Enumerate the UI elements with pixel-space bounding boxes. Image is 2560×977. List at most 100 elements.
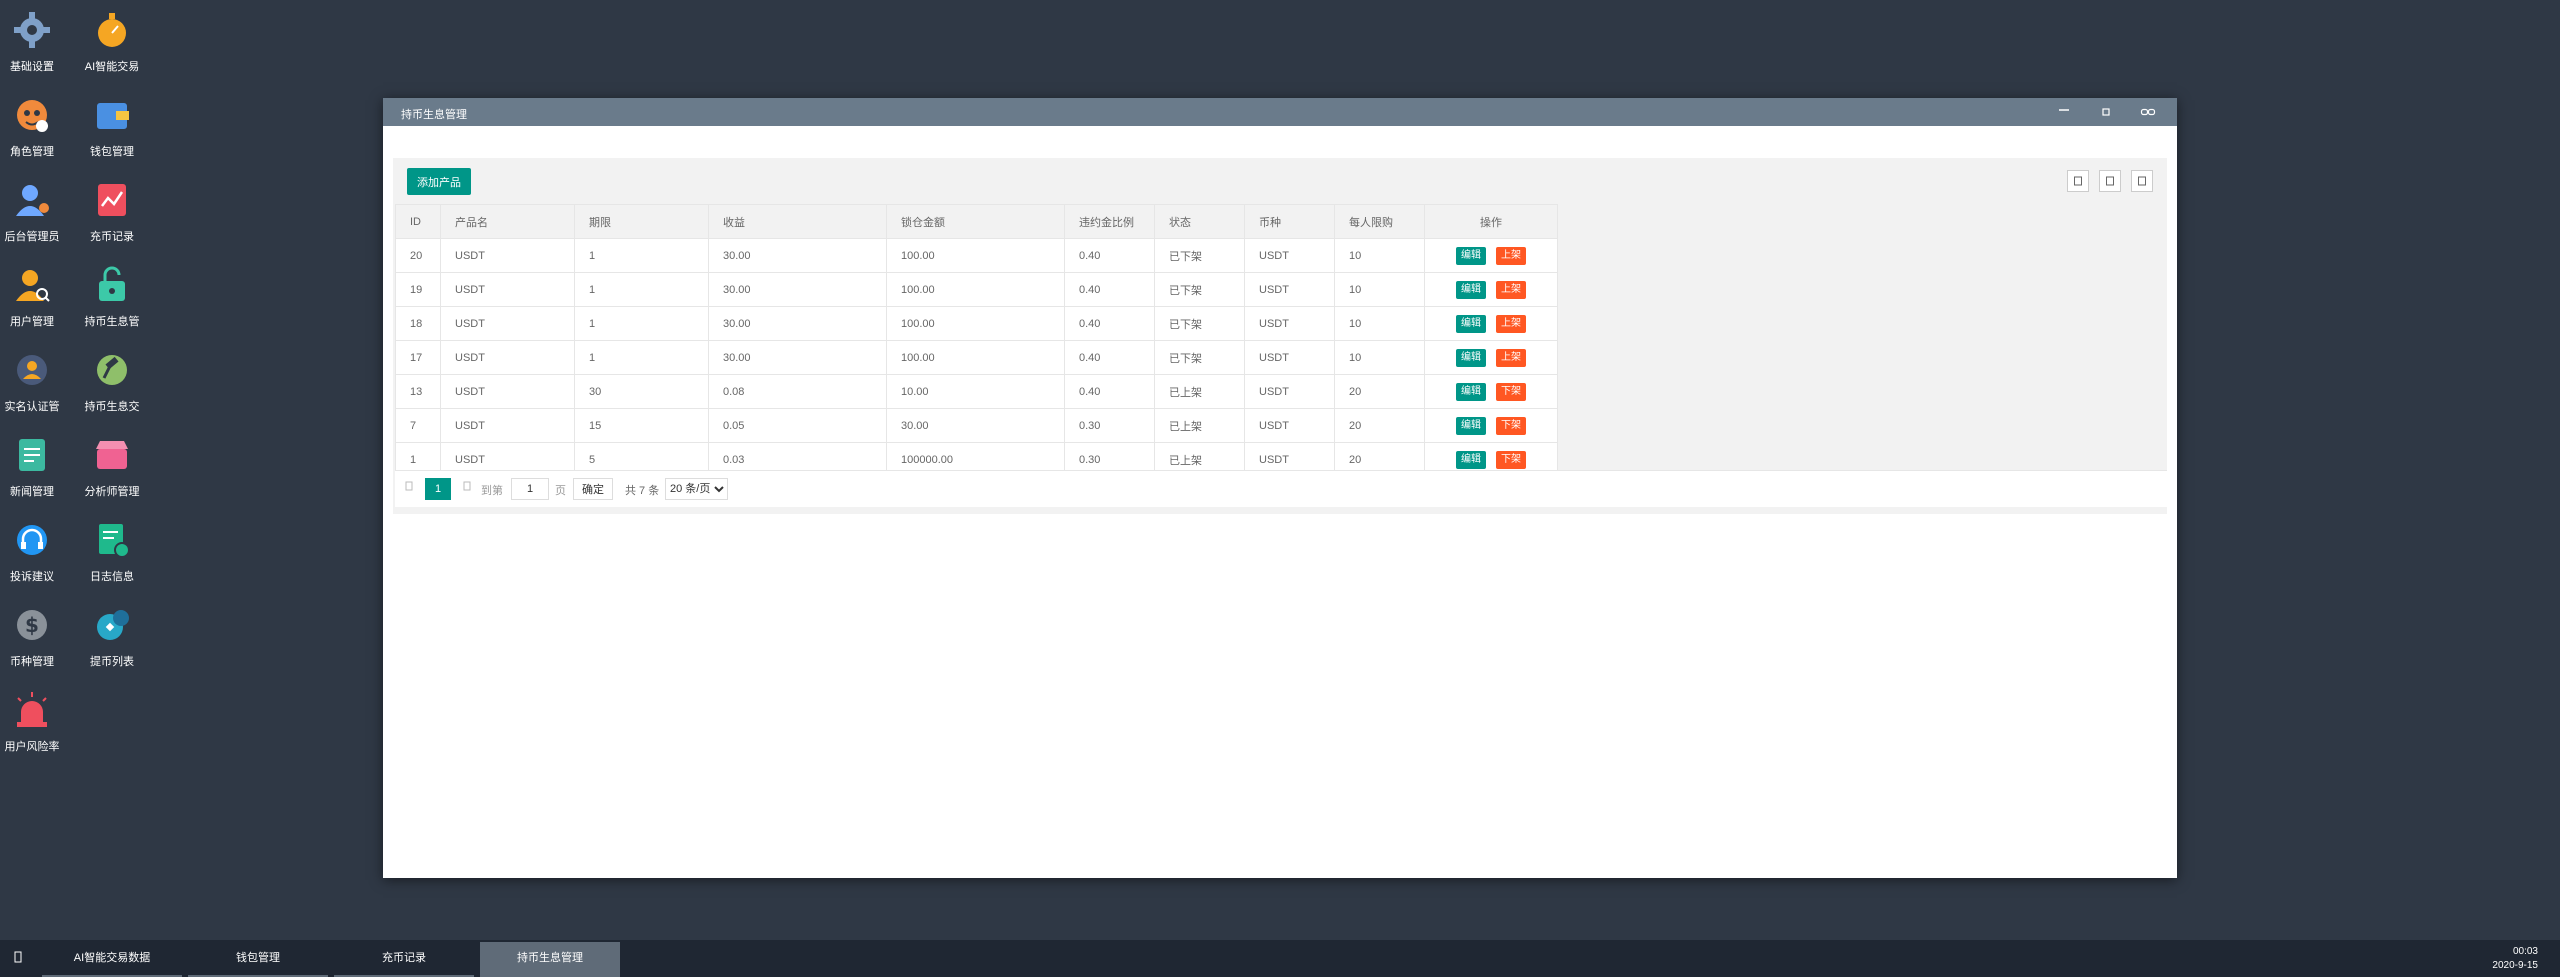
goto-label: 到第 [481,485,503,497]
maximize-button[interactable] [2085,98,2127,126]
desktop-shortcut[interactable]: 用户风险率 [0,686,72,754]
col-amount[interactable]: 锁仓金额 [886,204,1065,239]
maximize-icon [2102,108,2110,116]
table-row: 19 USDT 1 30.00 100.00 0.40 已下架 USDT 10 编辑 上架 [395,272,1558,307]
start-button[interactable] [14,951,22,966]
col-term[interactable]: 期限 [574,204,709,239]
log-icon [99,524,130,558]
cell-amount: 30.00 [886,408,1065,443]
filter-columns-button[interactable] [2067,170,2089,192]
col-actions: 操作 [1424,204,1558,239]
page-label: 页 [555,485,566,497]
cell-coin: USDT [1244,306,1335,341]
page-size-select[interactable]: 20 条/页 [665,478,728,500]
edit-button[interactable]: 编辑 [1456,416,1486,435]
wallet-icon [97,103,129,129]
toggle-listing-button[interactable]: 上架 [1496,348,1526,367]
cell-profit: 30.00 [708,272,887,307]
desktop-shortcut[interactable]: $ 币种管理 [0,601,72,669]
add-product-button[interactable]: 添加产品 [407,168,471,195]
cell-amount: 100.00 [886,306,1065,341]
cell-status: 已上架 [1154,408,1245,443]
page-number-input[interactable] [511,478,549,500]
desktop-shortcut[interactable]: 用户管理 [0,261,72,329]
export-button[interactable] [2099,170,2121,192]
taskbar-tab[interactable]: 持币生息管理 [480,942,620,977]
edit-button[interactable]: 编辑 [1456,280,1486,299]
toggle-listing-button[interactable]: 下架 [1496,416,1526,435]
edit-button[interactable]: 编辑 [1456,348,1486,367]
col-profit[interactable]: 收益 [708,204,887,239]
edit-button[interactable]: 编辑 [1456,314,1486,333]
chart-record-icon [98,184,126,216]
taskbar-tab[interactable]: AI智能交易数据 [42,942,182,977]
toggle-listing-button[interactable]: 下架 [1496,450,1526,469]
edit-button[interactable]: 编辑 [1456,450,1486,469]
desktop-shortcut[interactable]: AI智能交易 [72,6,152,74]
col-penalty[interactable]: 违约金比例 [1064,204,1155,239]
minimize-button[interactable] [2043,98,2085,126]
col-status[interactable]: 状态 [1154,204,1245,239]
desktop-shortcut[interactable]: 分析师管理 [72,431,152,499]
cell-penalty: 0.40 [1064,306,1155,341]
hammer-icon [97,355,127,385]
desktop-shortcut[interactable]: 后台管理员 [0,176,72,244]
cell-limit: 10 [1334,272,1425,307]
goto-confirm-button[interactable]: 确定 [573,478,613,500]
cell-term: 1 [574,340,709,375]
desktop-shortcut[interactable]: 提币列表 [72,601,152,669]
print-icon [2138,176,2146,186]
taskbar-tab[interactable]: 充币记录 [334,942,474,977]
desktop-shortcut[interactable]: 充币记录 [72,176,152,244]
edit-button[interactable]: 编辑 [1456,246,1486,265]
current-page[interactable]: 1 [425,478,451,500]
export-icon [2106,176,2114,186]
desktop-shortcut[interactable]: 持币生息交 [72,346,152,414]
prev-page-button[interactable] [405,481,413,494]
edit-button[interactable]: 编辑 [1456,382,1486,401]
close-icon [2140,108,2156,116]
desktop-shortcut[interactable]: 持币生息管 [72,261,152,329]
taskbar-tab[interactable]: 钱包管理 [188,942,328,977]
print-button[interactable] [2131,170,2153,192]
cell-status: 已下架 [1154,306,1245,341]
toggle-listing-button[interactable]: 上架 [1496,246,1526,265]
cell-amount: 10.00 [886,374,1065,409]
col-coin[interactable]: 币种 [1244,204,1335,239]
cell-status: 已下架 [1154,340,1245,375]
desktop-shortcut[interactable]: 实名认证管 [0,346,72,414]
cell-term: 1 [574,272,709,307]
admin-icon [16,185,49,216]
cell-term: 15 [574,408,709,443]
window-titlebar[interactable]: 持币生息管理 [383,98,2177,126]
desktop-shortcut-label: 新闻管理 [10,486,54,498]
desktop-shortcut-label: 投诉建议 [10,571,54,583]
desktop-shortcut[interactable]: 投诉建议 [0,516,72,584]
toggle-listing-button[interactable]: 上架 [1496,280,1526,299]
next-page-button[interactable] [463,481,471,494]
cell-penalty: 0.40 [1064,374,1155,409]
verified-user-icon [17,355,47,385]
table-row: 7 USDT 15 0.05 30.00 0.30 已上架 USDT 20 编辑 下架 [395,408,1558,443]
clock-date: 2020-9-15 [2492,960,2538,971]
window-body: 添加产品 ID 产品名 期限 收益 锁仓金额 违约金比例 状态 币种 每人限购 … [383,126,2177,878]
desktop-shortcut[interactable]: 日志信息 [72,516,152,584]
desktop-shortcut-label: 用户管理 [10,316,54,328]
desktop-shortcut-label: 后台管理员 [4,231,60,243]
role-icon [17,100,48,132]
cell-profit: 30.00 [708,238,887,273]
desktop-shortcut[interactable]: 钱包管理 [72,91,152,159]
col-name[interactable]: 产品名 [440,204,575,239]
user-search-icon [16,270,50,302]
close-button[interactable] [2127,98,2169,126]
toggle-listing-button[interactable]: 上架 [1496,314,1526,333]
desktop-shortcut[interactable]: 新闻管理 [0,431,72,499]
desktop-shortcut[interactable]: 基础设置 [0,6,72,74]
col-id[interactable]: ID [395,204,441,239]
col-limit[interactable]: 每人限购 [1334,204,1425,239]
clock-time: 00:03 [2512,946,2538,957]
cell-name: USDT [440,306,575,341]
desktop-shortcut[interactable]: 角色管理 [0,91,72,159]
desktop-shortcut-label: 日志信息 [90,571,134,583]
toggle-listing-button[interactable]: 下架 [1496,382,1526,401]
